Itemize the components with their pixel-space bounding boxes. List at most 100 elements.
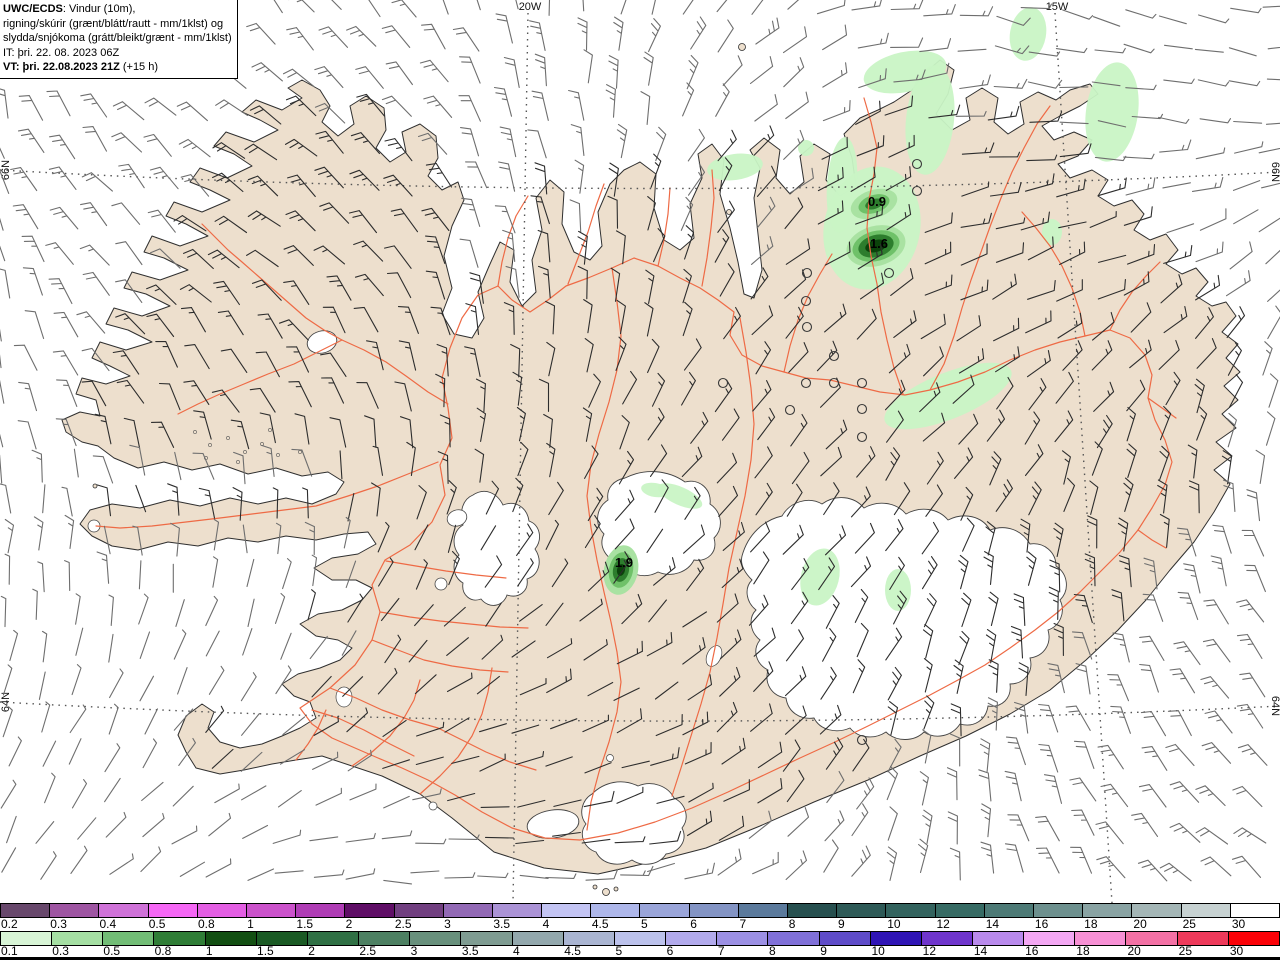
- islet: [208, 443, 212, 447]
- sleet-scale-segment: [443, 904, 493, 917]
- sleet-scale-segment: [394, 904, 444, 917]
- rain-scale-value: 2: [308, 944, 315, 958]
- sleet-scale-value: 20: [1133, 917, 1147, 931]
- sleet-scale-segment: [492, 904, 543, 917]
- rain-scale-segment: [205, 932, 257, 945]
- wind-barb: [480, 806, 510, 808]
- sleet-scale-value: 4.5: [591, 917, 609, 931]
- sleet-scale-value: 1.5: [296, 917, 314, 931]
- sleet-scale-segment: [935, 904, 985, 917]
- rain-scale-value: 3.5: [461, 944, 479, 958]
- islet: [243, 450, 247, 454]
- title-line-sleet-legend: slydda/snjókoma (grátt/bleikt/grænt - mm…: [3, 32, 232, 44]
- sleet-scale-value: 8: [788, 917, 796, 931]
- sleet-scale-segment: [1083, 904, 1133, 917]
- island: [726, 209, 732, 215]
- sleet-scale-segment: [640, 904, 690, 917]
- island: [602, 888, 610, 896]
- sleet-scale-value: 0.3: [50, 917, 67, 931]
- islet: [193, 430, 197, 434]
- rain-scale-segment: [307, 932, 360, 945]
- rain-scale-value: 7: [717, 944, 725, 958]
- rain-scale-segment: [666, 932, 718, 945]
- sleet-scale-segment: [886, 904, 936, 917]
- sleet-scale-colorbar: [0, 903, 1280, 918]
- parallel-label-66N-right: 66N: [1269, 162, 1280, 182]
- rain-scale-segment: [614, 932, 667, 945]
- rain-scale-segment: [768, 932, 820, 945]
- sleet-scale-segment: [148, 904, 198, 917]
- rain-scale-value: 1: [205, 944, 213, 958]
- sleet-scale-segment: [591, 904, 641, 917]
- sleet-scale-value: 5: [641, 917, 648, 931]
- sleet-scale-value: 0.4: [99, 917, 117, 931]
- rain-scale-value: 0.3: [52, 944, 69, 958]
- rain-scale-value: 1.5: [257, 944, 274, 958]
- rain-scale-segment: [819, 932, 871, 945]
- island: [92, 483, 98, 489]
- sleet-scale-value: 0.8: [197, 917, 215, 931]
- sleet-scale-segment: [197, 904, 247, 917]
- island: [592, 884, 598, 890]
- sleet-scale-value: 25: [1182, 917, 1196, 931]
- precip-max-label: 1.6: [870, 236, 888, 251]
- islet: [236, 460, 240, 464]
- islet: [276, 453, 280, 457]
- weather-map-page: 20W 15W 66N 64N 66N 64N 0.9 1.6 1.9 UWC/ECDS: Vi…: [0, 0, 1280, 960]
- rain-scale-value: 0.5: [103, 944, 121, 958]
- title-line-rain-legend: rigning/skúrir (grænt/blátt/rautt - mm/1…: [3, 17, 224, 30]
- sleet-scale-segment: [345, 904, 395, 917]
- parallel-label-64N-left: 64N: [0, 692, 12, 712]
- lake: [428, 801, 438, 811]
- glacier-myrdalsjokull: [581, 781, 687, 865]
- sleet-scale-segment: [738, 904, 788, 917]
- sleet-scale-segment: [1132, 904, 1182, 917]
- precip-max-label: 0.9: [868, 194, 886, 209]
- title-box: UWC/ECDS: Vindur (10m), rigning/skúrir (…: [0, 0, 238, 79]
- valid-time-offset: (+15 h): [119, 61, 159, 73]
- islet: [298, 450, 302, 454]
- sleet-scale-value: 7: [739, 917, 747, 931]
- sleet-scale-segment: [246, 904, 297, 917]
- sleet-scale-segment: [984, 904, 1034, 917]
- islet: [226, 436, 230, 440]
- sleet-scale-value: 3: [444, 917, 451, 931]
- rain-scale-segment: [717, 932, 769, 945]
- sleet-scale-value: 6: [690, 917, 697, 931]
- rain-scale-value: 18: [1076, 944, 1090, 958]
- rain-scale-value: 12: [922, 944, 937, 958]
- rain-scale-value: 3: [410, 944, 418, 958]
- sleet-scale-value: 0.5: [148, 917, 166, 931]
- model-name: UWC/ECDS: [3, 3, 63, 15]
- rain-scale-value: 2.5: [359, 944, 377, 958]
- sleet-scale-value: 1: [247, 917, 254, 931]
- color-scales: 0.2 0.3 0.4 0.5 0.8 1 1.5 2 2.5 3 3.5 4 4.5 5 6 7 8 9 10 12…: [0, 903, 1280, 960]
- sleet-scale-segment: [296, 904, 346, 917]
- rain-scale-value: 5: [615, 944, 623, 958]
- sleet-scale-segment: [0, 904, 51, 917]
- sleet-scale-value: 3.5: [493, 917, 511, 931]
- rain-scale-value: 30: [1229, 944, 1244, 958]
- rain-scale-value: 4.5: [564, 944, 581, 958]
- rain-scale-labels: 0.1 0.3 0.5 0.8 1 1.5 2 2.5 3 3.5 4 4.5 5 6 7 8 9 10 12 14 1…: [0, 944, 1280, 958]
- rain-scale-value: 0.8: [154, 944, 172, 958]
- valid-time-bold: VT: þri. 22.08.2023 21Z: [3, 61, 120, 73]
- sleet-scale-segment: [788, 904, 838, 917]
- iceland-wind-precipitation-map: 20W 15W66N64N66N64N0.91.61.9: [0, 0, 1280, 903]
- sleet-scale-value: 9: [837, 917, 845, 931]
- valid-time: VT: þri. 22.08.2023 21Z (+15 h): [3, 60, 233, 75]
- sleet-scale-value: 16: [1034, 917, 1049, 931]
- rain-scale-segment: [410, 932, 462, 945]
- sleet-scale-value: 18: [1084, 917, 1098, 931]
- sleet-scale-segment: [99, 904, 149, 917]
- rain-scale-value: 6: [666, 944, 674, 958]
- sleet-scale-value: 4: [542, 917, 550, 931]
- rain-scale-segment: [512, 932, 564, 945]
- sleet-scale-value: 14: [985, 917, 1000, 931]
- wind-barb: [1059, 86, 1089, 89]
- rain-scale-value: 4: [513, 944, 520, 958]
- meridian-label-20W: 20W: [519, 1, 542, 13]
- sleet-scale-value: 2: [345, 917, 353, 931]
- rain-scale-value: 0.1: [1, 944, 18, 958]
- precip-max-label: 1.9: [615, 555, 633, 570]
